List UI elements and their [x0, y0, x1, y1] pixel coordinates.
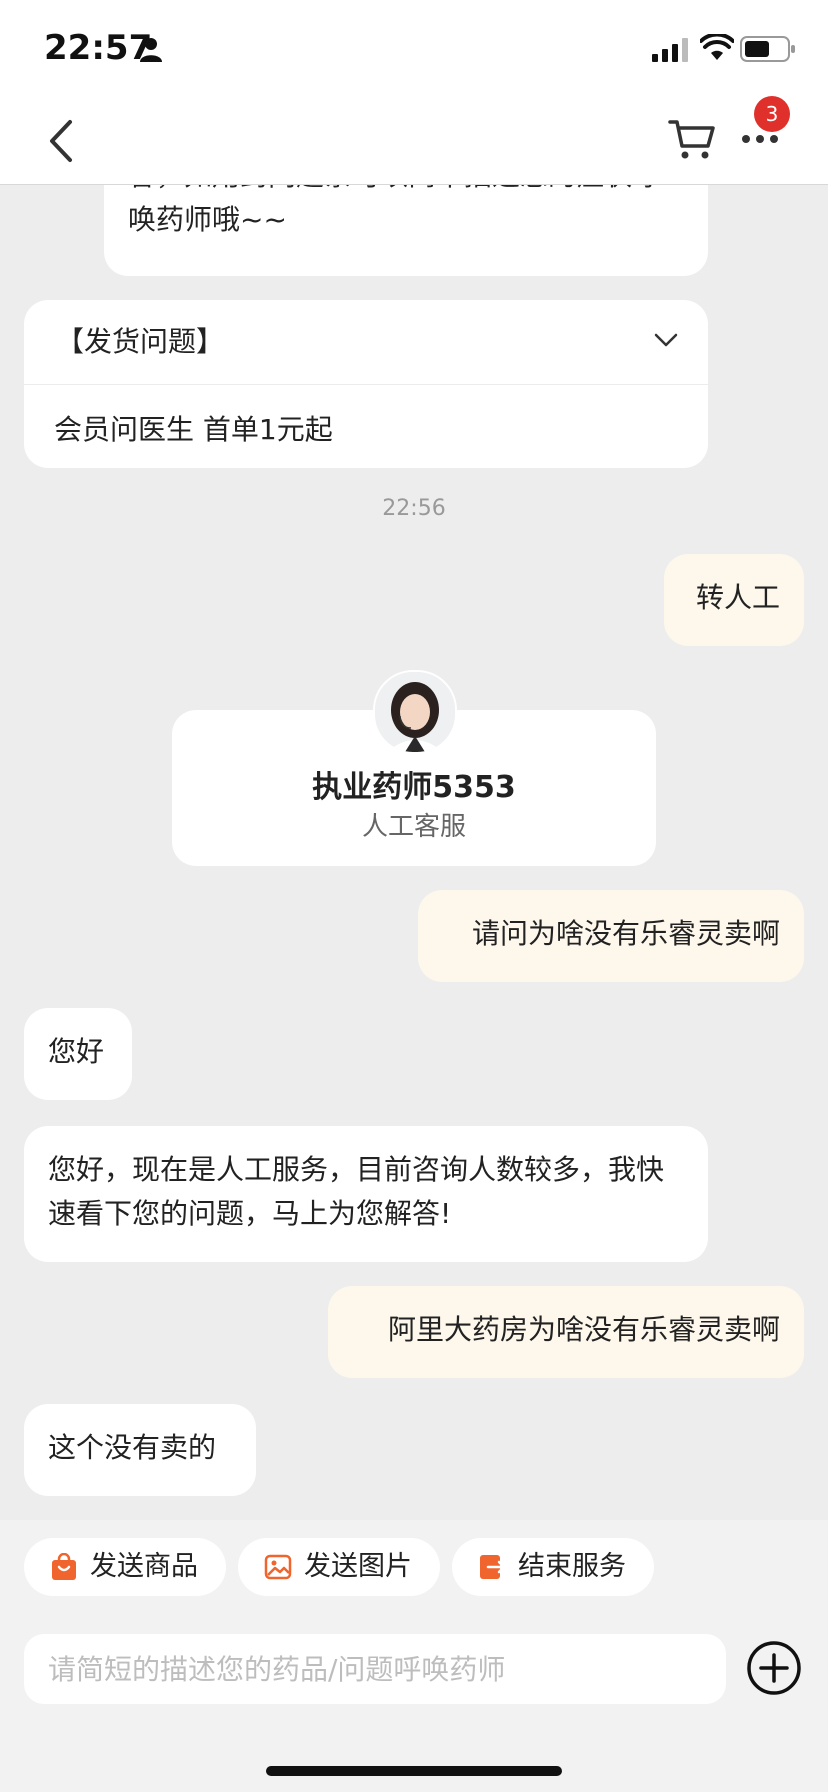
- person-icon: [140, 38, 162, 62]
- end-service-button[interactable]: 结束服务: [452, 1538, 654, 1596]
- shopping-bag-icon: [52, 1553, 76, 1580]
- chat-area[interactable]: 答，如用药问题亲可以简单描述您的症状呼唤药师哦~~ 【发货问题】 会员问医生 首…: [0, 184, 828, 1520]
- message-text: 您好，现在是人工服务，目前咨询人数较多，我快速看下您的问题，马上为您解答!: [48, 1153, 665, 1230]
- send-image-label: 发送图片: [304, 1551, 412, 1582]
- agent-role: 人工客服: [361, 812, 466, 842]
- message-timestamp: 22:56: [382, 496, 446, 521]
- faq-item[interactable]: 会员问医生 首单1元起: [54, 408, 333, 448]
- signal-icon: [652, 38, 688, 62]
- message-text: 这个没有卖的: [48, 1431, 217, 1464]
- image-icon: [264, 1554, 292, 1580]
- status-bar: 22:57: [0, 0, 828, 96]
- faq-title: 【发货问题】: [56, 325, 225, 358]
- message-bubble-agent: 这个没有卖的: [24, 1404, 256, 1496]
- status-time: 22:57: [44, 28, 153, 68]
- nav-bar: 3: [0, 96, 828, 185]
- message-bubble-user: 转人工: [664, 554, 804, 646]
- cart-icon[interactable]: [668, 116, 716, 162]
- message-bubble-user: 阿里大药房为啥没有乐睿灵卖啊: [328, 1286, 804, 1378]
- home-indicator[interactable]: [266, 1766, 562, 1776]
- cart-badge: 3: [754, 96, 790, 132]
- message-text: 转人工: [695, 581, 780, 614]
- exit-icon: [480, 1555, 506, 1579]
- message-bubble-agent: 您好: [24, 1008, 132, 1100]
- faq-card: 【发货问题】 会员问医生 首单1元起: [24, 300, 708, 468]
- message-text: 您好: [48, 1035, 105, 1068]
- message-bubble-agent: 答，如用药问题亲可以简单描述您的症状呼唤药师哦~~: [104, 184, 708, 276]
- plus-circle-icon[interactable]: [746, 1640, 802, 1696]
- avatar[interactable]: [373, 670, 457, 754]
- send-image-button[interactable]: 发送图片: [238, 1538, 440, 1596]
- end-service-label: 结束服务: [518, 1551, 626, 1582]
- faq-header[interactable]: 【发货问题】: [24, 300, 708, 385]
- message-bubble-user: 请问为啥没有乐睿灵卖啊: [418, 890, 804, 982]
- message-bubble-agent: 您好，现在是人工服务，目前咨询人数较多，我快速看下您的问题，马上为您解答!: [24, 1126, 708, 1262]
- send-product-button[interactable]: 发送商品: [24, 1538, 226, 1596]
- message-text: 阿里大药房为啥没有乐睿灵卖啊: [387, 1313, 780, 1346]
- message-text: 答，如用药问题亲可以简单描述您的症状呼唤药师哦~~: [128, 184, 660, 236]
- chevron-down-icon[interactable]: [654, 330, 678, 350]
- wifi-icon: [700, 34, 734, 60]
- back-arrow-icon[interactable]: [44, 118, 80, 164]
- message-input[interactable]: [24, 1634, 726, 1704]
- send-product-label: 发送商品: [90, 1551, 198, 1582]
- message-text: 请问为啥没有乐睿灵卖啊: [471, 917, 780, 950]
- agent-name: 执业药师5353: [312, 770, 516, 805]
- input-bar: [0, 1620, 828, 1792]
- battery-icon: [740, 36, 795, 62]
- quick-actions-bar: 发送商品 发送图片 结束服务: [0, 1520, 828, 1620]
